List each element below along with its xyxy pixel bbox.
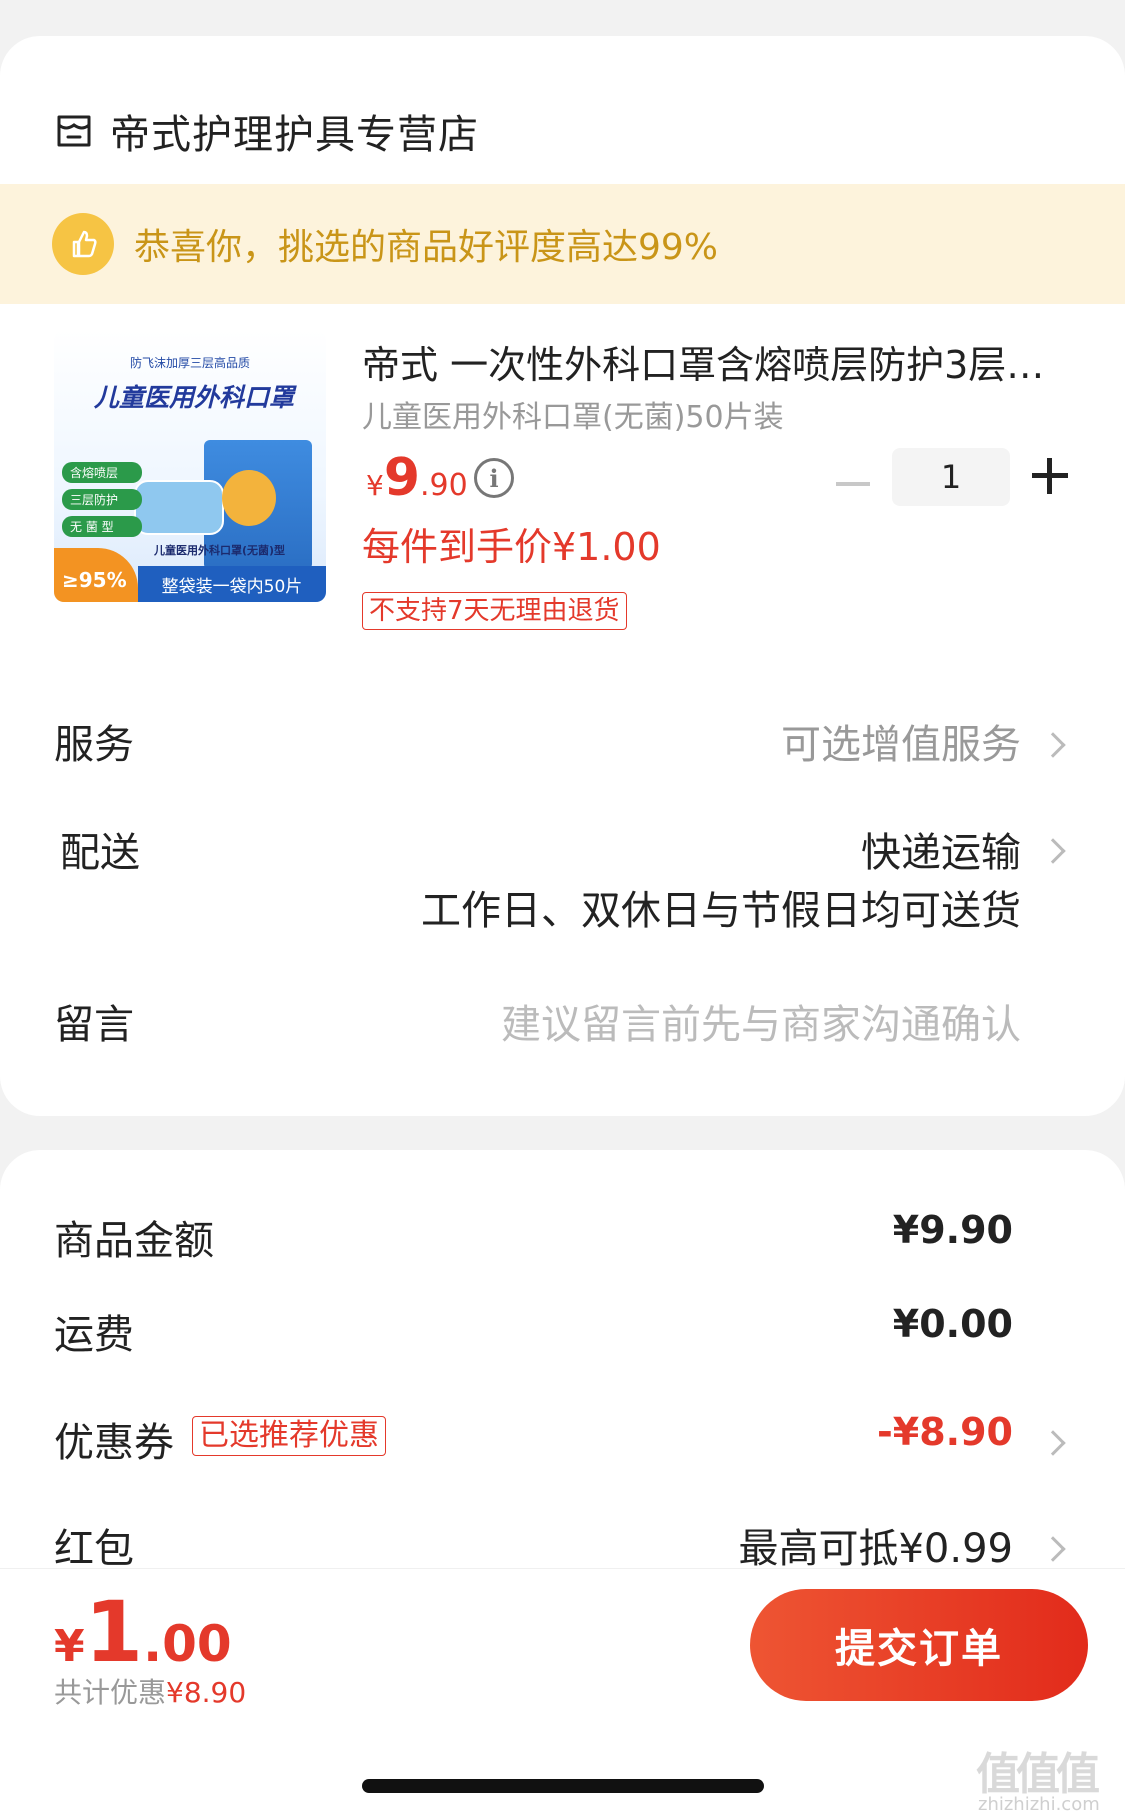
store-icon [57, 115, 91, 147]
delivery-label: 配送 [60, 830, 140, 876]
return-policy-badge: 不支持7天无理由退货 [362, 592, 627, 630]
coupon-value[interactable]: -¥8.90 [877, 1410, 1013, 1454]
home-indicator[interactable] [362, 1779, 764, 1793]
product-price: ¥ 9 .90 [366, 448, 468, 508]
watermark-url: zhizhizhi.com [978, 1794, 1100, 1815]
goods-amount-label: 商品金额 [54, 1218, 214, 1264]
product-spec[interactable]: 儿童医用外科口罩(无菌)50片装 [362, 392, 784, 436]
unit-price: 每件到手价¥1.00 [362, 525, 661, 569]
product-image-badge: ≥95% [54, 548, 138, 602]
chevron-right-icon[interactable] [1040, 838, 1066, 864]
product-image-top-text: 防飞沫加厚三层高品质 [129, 356, 250, 370]
product-image-tag: 无 菌 型 [62, 516, 142, 537]
total-discount: 共计优惠¥8.90 [54, 1671, 246, 1711]
total-price: ¥ 1 .00 [54, 1583, 232, 1681]
rating-banner: 恭喜你，挑选的商品好评度高达99% [0, 184, 1125, 304]
service-label: 服务 [54, 722, 134, 768]
chevron-right-icon[interactable] [1040, 1430, 1066, 1456]
chevron-right-icon[interactable] [1040, 732, 1066, 758]
quantity-decrease-button[interactable] [836, 482, 870, 486]
product-image-tags: 含熔喷层 三层防护 无 菌 型 [62, 462, 142, 543]
message-input[interactable]: 建议留言前先与商家沟通确认 [501, 992, 1021, 1050]
price-currency: ¥ [366, 469, 384, 502]
info-icon[interactable]: i [474, 458, 514, 498]
product-image-tag: 含熔喷层 [62, 462, 142, 483]
quantity-increase-button[interactable] [1032, 458, 1068, 494]
red-packet-label: 红包 [54, 1526, 134, 1572]
coupon-label: 优惠券 [54, 1420, 174, 1466]
price-integer: 9 [383, 448, 421, 508]
service-value[interactable]: 可选增值服务 [781, 712, 1021, 770]
price-decimal: .90 [420, 468, 468, 503]
deer-mascot-graphic [222, 470, 276, 526]
chevron-right-icon[interactable] [1040, 1536, 1066, 1562]
submit-order-button[interactable]: 提交订单 [750, 1589, 1088, 1701]
red-packet-value[interactable]: 最高可抵¥0.99 [738, 1516, 1013, 1574]
goods-amount-value: ¥9.90 [892, 1208, 1013, 1252]
total-discount-amount: ¥8.90 [166, 1676, 247, 1709]
shipping-fee-value: ¥0.00 [892, 1302, 1013, 1346]
message-label: 留言 [54, 1002, 134, 1048]
product-image-title: 儿童医用外科口罩 [93, 383, 294, 412]
watermark: 值值值 [976, 1749, 1100, 1800]
thumbs-up-icon [52, 213, 114, 275]
banner-text: 恭喜你，挑选的商品好评度高达99% [134, 227, 719, 268]
order-card: 帝式护理护具专营店 恭喜你，挑选的商品好评度高达99% 防飞沫加厚三层高品质 儿… [0, 36, 1125, 1116]
total-integer: 1 [84, 1583, 144, 1681]
product-image-sub: 儿童医用外科口罩(无菌)型 [154, 544, 286, 557]
quantity-input[interactable]: 1 [892, 448, 1010, 506]
delivery-value[interactable]: 快递运输 [861, 820, 1021, 878]
shipping-fee-label: 运费 [54, 1312, 134, 1358]
delivery-note: 工作日、双休日与节假日均可送货 [421, 888, 1021, 934]
product-title[interactable]: 帝式 一次性外科口罩含熔喷层防护3层儿童医用外科口罩 [362, 334, 1072, 389]
total-discount-label: 共计优惠 [54, 1676, 167, 1709]
product-image-tag: 三层防护 [62, 489, 142, 510]
product-image[interactable]: 防飞沫加厚三层高品质 儿童医用外科口罩 含熔喷层 三层防护 无 菌 型 儿童医用… [54, 330, 326, 602]
store-header[interactable]: 帝式护理护具专营店 [54, 96, 479, 166]
coupon-badge: 已选推荐优惠 [192, 1416, 386, 1456]
total-currency: ¥ [54, 1621, 85, 1672]
store-name: 帝式护理护具专营店 [110, 112, 479, 158]
mask-graphic [134, 480, 224, 535]
total-decimal: .00 [143, 1615, 232, 1673]
product-image-bottom: 整袋装一袋内50片 [138, 566, 326, 602]
